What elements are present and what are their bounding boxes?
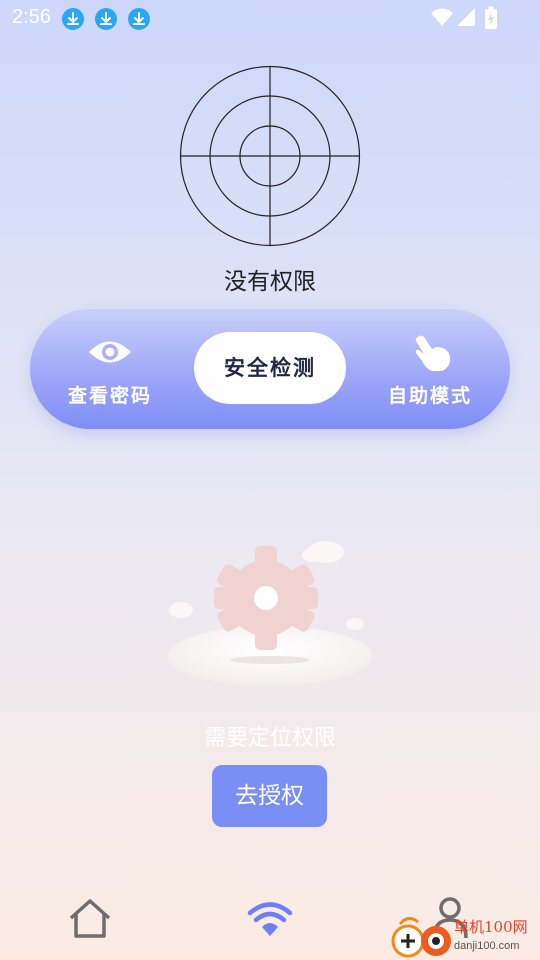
- wifi-icon: [430, 6, 454, 32]
- mode-label: 查看密码: [67, 385, 152, 407]
- download-icon: [128, 8, 150, 30]
- nav-home[interactable]: [65, 894, 115, 944]
- permission-message: 需要定位权限: [203, 726, 336, 751]
- watermark-text: 单机100网: [454, 918, 528, 936]
- status-bar: 2:56: [0, 0, 540, 36]
- download-icon: [95, 8, 117, 30]
- status-time: 2:56: [12, 6, 51, 28]
- home-icon: [69, 899, 111, 938]
- settings-gear-illustration: [160, 530, 380, 700]
- battery-charging-icon: [484, 6, 498, 34]
- hand-tap-icon: [415, 335, 451, 371]
- signal-icon: [456, 6, 476, 32]
- watermark-url: danji100.com: [454, 940, 520, 952]
- authorize-button[interactable]: 去授权: [212, 765, 327, 827]
- mode-switcher: 查看密码 安全检测 自助模式: [30, 309, 510, 429]
- nav-wifi[interactable]: [245, 894, 295, 944]
- eye-icon: [89, 341, 131, 363]
- download-icon: [62, 8, 84, 30]
- wifi-icon: [247, 902, 293, 936]
- watermark-logo: 单机100网 danji100.com: [388, 912, 540, 960]
- mode-self-service[interactable]: 自助模式: [360, 309, 500, 429]
- mode-label: 自助模式: [387, 385, 472, 407]
- mode-view-password[interactable]: 查看密码: [40, 309, 180, 429]
- radar-graphic: [179, 65, 361, 247]
- watermark-emblem-icon: [391, 917, 451, 958]
- radar-status-title: 没有权限: [224, 269, 316, 295]
- mode-security-check[interactable]: 安全检测: [194, 332, 346, 404]
